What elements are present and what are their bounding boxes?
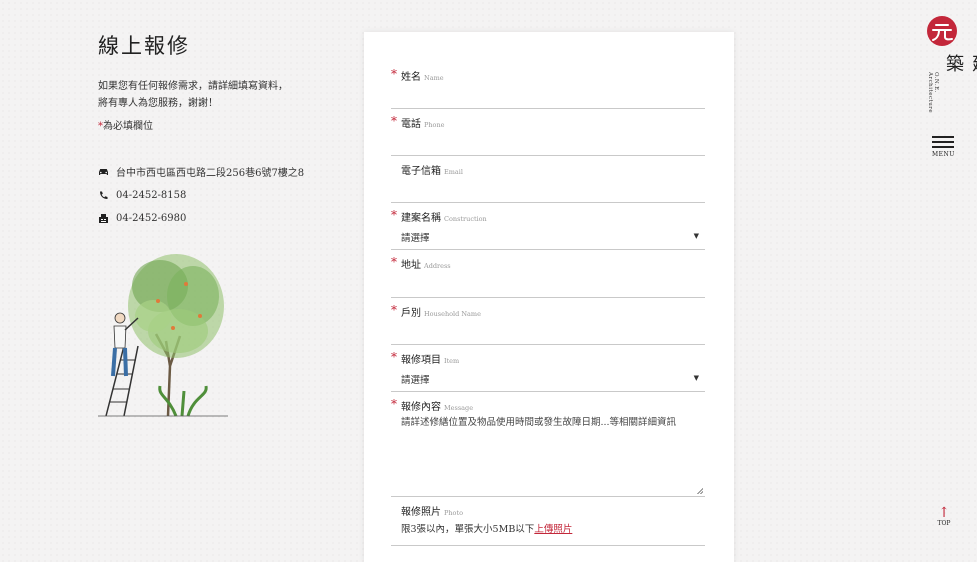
construction-label-text: 建案名稱 — [401, 213, 441, 224]
photo-label-text: 報修照片 — [401, 507, 441, 518]
required-star: * — [391, 303, 397, 317]
email-field[interactable]: 電子信箱 Email — [391, 162, 705, 203]
menu-button[interactable]: MENU — [932, 136, 954, 158]
message-textarea[interactable]: * 報修內容 Message 請詳述修繕位置及物品使用時間或發生故障日期...等相… — [391, 397, 705, 497]
required-note-text: 為必填欄位 — [103, 121, 153, 132]
message-placeholder: 請詳述修繕位置及物品使用時間或發生故障日期...等相關詳細資訊 — [401, 417, 677, 428]
household-label-en: Household Name — [424, 310, 481, 318]
name-field[interactable]: * 姓名 Name — [391, 67, 705, 109]
name-label-en: Name — [424, 74, 444, 82]
household-field[interactable]: * 戶別 Household Name — [391, 303, 705, 345]
back-to-top-button[interactable]: ↑ TOP — [935, 506, 953, 527]
logo-text: 元建築 — [943, 54, 977, 73]
left-panel: 線上報修 如果您有任何報修需求，請詳細填寫資料， 將有專人為您服務，謝謝！ *為… — [98, 30, 338, 231]
photo-hint-text: 限3張以內，單張大小5MB以下 — [401, 524, 535, 535]
message-label-text: 報修內容 — [401, 402, 441, 413]
contact-phone[interactable]: 04-2452-8158 — [98, 184, 338, 208]
name-label-text: 姓名 — [401, 72, 421, 83]
address-field[interactable]: * 地址 Address — [391, 255, 705, 298]
address-label: 地址 Address — [401, 256, 451, 271]
email-label-text: 電子信箱 — [401, 166, 441, 177]
phone-icon — [98, 190, 109, 201]
fax-icon — [98, 213, 109, 224]
phone-label-en: Phone — [424, 121, 445, 129]
email-label: 電子信箱 Email — [401, 162, 463, 177]
contact-fax: 04-2452-6980 — [98, 207, 338, 231]
required-star: * — [391, 67, 397, 81]
construction-selected-value: 請選擇 — [401, 233, 430, 244]
top-label: TOP — [937, 520, 951, 527]
construction-label: 建案名稱 Construction — [401, 209, 487, 224]
household-label-text: 戶別 — [401, 308, 421, 319]
menu-label: MENU — [932, 151, 955, 158]
hamburger-line — [932, 146, 954, 148]
construction-label-en: Construction — [444, 215, 487, 223]
required-star: * — [391, 397, 397, 411]
tree-gardener-illustration — [98, 246, 228, 418]
required-star: * — [391, 114, 397, 128]
photo-hint: 限3張以內，單張大小5MB以下上傳照片 — [401, 521, 572, 535]
logo-mark-icon — [927, 16, 957, 46]
car-icon — [98, 166, 109, 177]
email-label-en: Email — [444, 168, 463, 176]
household-label: 戶別 Household Name — [401, 304, 481, 319]
arrow-up-icon: ↑ — [938, 505, 950, 521]
item-label: 報修項目 Item — [401, 351, 459, 366]
phone-label: 電話 Phone — [401, 115, 445, 130]
brand-logo[interactable]: 元建築 O.N.E. Architecture — [927, 16, 977, 113]
phone-label-text: 電話 — [401, 119, 421, 130]
item-label-text: 報修項目 — [401, 355, 441, 366]
phone-text: 04-2452-8158 — [116, 189, 187, 201]
photo-label: 報修照片 Photo — [401, 503, 463, 518]
name-label: 姓名 Name — [401, 68, 444, 83]
logo-subtext: O.N.E. Architecture — [927, 72, 939, 114]
required-star: * — [391, 350, 397, 364]
item-selected-value: 請選擇 — [401, 375, 430, 386]
required-star: * — [391, 255, 397, 269]
intro-line-2: 將有專人為您服務，謝謝！ — [98, 98, 218, 109]
upload-photo-link[interactable]: 上傳照片 — [534, 524, 572, 535]
phone-field[interactable]: * 電話 Phone — [391, 114, 705, 156]
chevron-down-icon: ▼ — [693, 232, 699, 240]
intro-text: 如果您有任何報修需求，請詳細填寫資料， 將有專人為您服務，謝謝！ — [98, 78, 338, 112]
hamburger-line — [932, 136, 954, 138]
page-title: 線上報修 — [98, 34, 190, 58]
required-note: *為必填欄位 — [98, 117, 338, 132]
resize-handle[interactable] — [697, 488, 703, 494]
item-select[interactable]: * 報修項目 Item 請選擇 ▼ — [391, 350, 705, 392]
contact-list: 台中市西屯區西屯路二段256巷6號7樓之8 04-2452-8158 04-24… — [98, 160, 338, 231]
repair-form: * 姓名 Name * 電話 Phone 電子信箱 Email * 建案名稱 Const… — [364, 32, 734, 562]
fax-text: 04-2452-6980 — [116, 213, 187, 225]
photo-field: 報修照片 Photo 限3張以內，單張大小5MB以下上傳照片 — [391, 503, 705, 546]
construction-select[interactable]: * 建案名稱 Construction 請選擇 ▼ — [391, 208, 705, 250]
hamburger-line — [932, 141, 954, 143]
address-text: 台中市西屯區西屯路二段256巷6號7樓之8 — [116, 168, 305, 180]
item-label-en: Item — [444, 357, 460, 365]
address-label-text: 地址 — [401, 260, 421, 271]
message-label-en: Message — [444, 404, 474, 412]
chevron-down-icon: ▼ — [693, 374, 699, 382]
required-star: * — [391, 208, 397, 222]
photo-label-en: Photo — [444, 509, 463, 517]
address-label-en: Address — [424, 262, 451, 270]
message-label: 報修內容 Message — [401, 398, 473, 413]
contact-address: 台中市西屯區西屯路二段256巷6號7樓之8 — [98, 160, 338, 184]
intro-line-1: 如果您有任何報修需求，請詳細填寫資料， — [98, 81, 288, 92]
